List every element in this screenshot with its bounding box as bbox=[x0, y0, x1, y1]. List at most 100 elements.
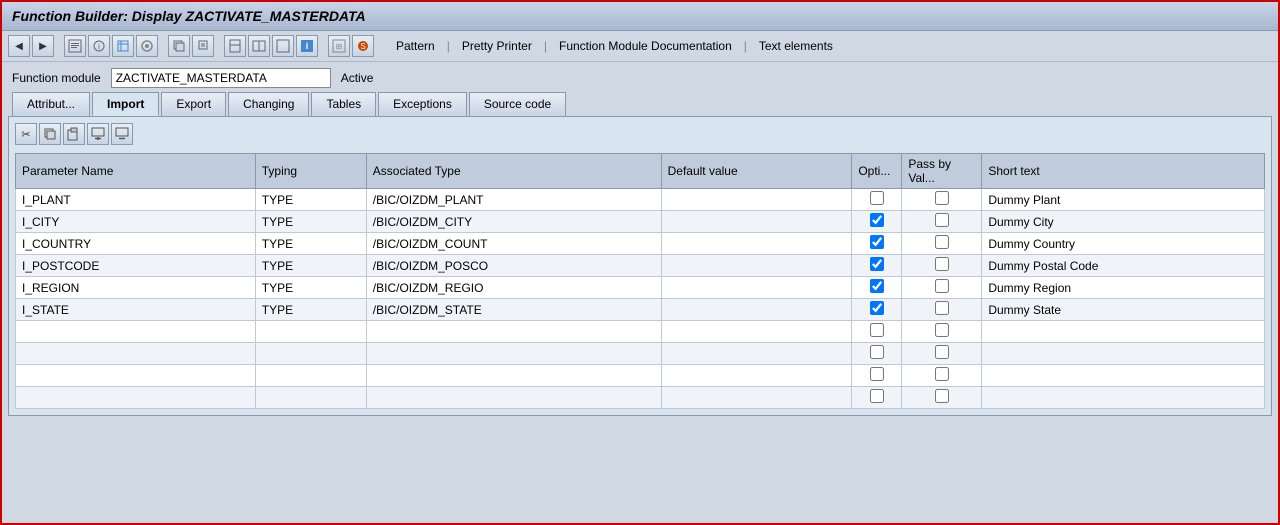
cell-pass-by-val bbox=[902, 387, 982, 409]
cell-typing: TYPE bbox=[255, 189, 366, 211]
nav-back-button[interactable]: ◀ bbox=[8, 35, 30, 57]
cell-typing: TYPE bbox=[255, 211, 366, 233]
tab-attributes[interactable]: Attribut... bbox=[12, 92, 90, 116]
toolbar-btn-10[interactable]: ⊞ bbox=[328, 35, 350, 57]
cell-optional bbox=[852, 189, 902, 211]
pass-by-val-checkbox-1[interactable] bbox=[935, 213, 949, 227]
pass-by-val-checkbox-9[interactable] bbox=[935, 389, 949, 403]
pattern-link[interactable]: Pattern bbox=[390, 37, 441, 55]
title-bar: Function Builder: Display ZACTIVATE_MAST… bbox=[2, 2, 1278, 31]
cell-pass-by-val bbox=[902, 255, 982, 277]
pass-by-val-checkbox-4[interactable] bbox=[935, 279, 949, 293]
pass-by-val-checkbox-5[interactable] bbox=[935, 301, 949, 315]
tab-import[interactable]: Import bbox=[92, 92, 159, 116]
cell-param-name: I_REGION bbox=[16, 277, 256, 299]
function-module-label: Function module bbox=[12, 71, 101, 85]
cell-default-value bbox=[661, 343, 852, 365]
tab-source-code[interactable]: Source code bbox=[469, 92, 566, 116]
cell-short-text: Dummy Postal Code bbox=[982, 255, 1265, 277]
paste-button[interactable] bbox=[63, 123, 85, 145]
optional-checkbox-9[interactable] bbox=[870, 389, 884, 403]
pass-by-val-checkbox-7[interactable] bbox=[935, 345, 949, 359]
toolbar-btn-3[interactable] bbox=[112, 35, 134, 57]
tab-exceptions[interactable]: Exceptions bbox=[378, 92, 467, 116]
col-header-param-name: Parameter Name bbox=[16, 154, 256, 189]
delete-row-button[interactable] bbox=[111, 123, 133, 145]
cell-optional bbox=[852, 321, 902, 343]
pass-by-val-checkbox-8[interactable] bbox=[935, 367, 949, 381]
cell-optional bbox=[852, 233, 902, 255]
optional-checkbox-7[interactable] bbox=[870, 345, 884, 359]
cell-pass-by-val bbox=[902, 321, 982, 343]
col-header-typing: Typing bbox=[255, 154, 366, 189]
tab-changing[interactable]: Changing bbox=[228, 92, 309, 116]
cell-assoc-type bbox=[366, 321, 661, 343]
pass-by-val-checkbox-6[interactable] bbox=[935, 323, 949, 337]
svg-text:⊞: ⊞ bbox=[336, 42, 343, 51]
table-row bbox=[16, 365, 1265, 387]
pass-by-val-checkbox-0[interactable] bbox=[935, 191, 949, 205]
cell-default-value bbox=[661, 321, 852, 343]
cell-param-name: I_COUNTRY bbox=[16, 233, 256, 255]
svg-text:S: S bbox=[360, 42, 365, 51]
table-row bbox=[16, 387, 1265, 409]
cell-default-value bbox=[661, 255, 852, 277]
tab-export[interactable]: Export bbox=[161, 92, 226, 116]
table-row: I_COUNTRY TYPE /BIC/OIZDM_COUNT Dummy Co… bbox=[16, 233, 1265, 255]
cell-pass-by-val bbox=[902, 365, 982, 387]
cut-button[interactable]: ✂ bbox=[15, 123, 37, 145]
function-module-input[interactable] bbox=[111, 68, 331, 88]
cell-default-value bbox=[661, 277, 852, 299]
toolbar-btn-1[interactable] bbox=[64, 35, 86, 57]
cell-param-name bbox=[16, 365, 256, 387]
toolbar-btn-11[interactable]: S bbox=[352, 35, 374, 57]
append-row-button[interactable] bbox=[87, 123, 109, 145]
cell-assoc-type: /BIC/OIZDM_COUNT bbox=[366, 233, 661, 255]
cell-typing bbox=[255, 387, 366, 409]
optional-checkbox-1[interactable] bbox=[870, 213, 884, 227]
pass-by-val-checkbox-3[interactable] bbox=[935, 257, 949, 271]
cell-default-value bbox=[661, 299, 852, 321]
toolbar-btn-7[interactable] bbox=[224, 35, 246, 57]
tab-tables[interactable]: Tables bbox=[311, 92, 376, 116]
col-header-pass-by-val: Pass by Val... bbox=[902, 154, 982, 189]
optional-checkbox-0[interactable] bbox=[870, 191, 884, 205]
cell-assoc-type: /BIC/OIZDM_CITY bbox=[366, 211, 661, 233]
cell-optional bbox=[852, 299, 902, 321]
table-row: I_CITY TYPE /BIC/OIZDM_CITY Dummy City bbox=[16, 211, 1265, 233]
cell-pass-by-val bbox=[902, 277, 982, 299]
col-header-assoc-type: Associated Type bbox=[366, 154, 661, 189]
optional-checkbox-4[interactable] bbox=[870, 279, 884, 293]
optional-checkbox-8[interactable] bbox=[870, 367, 884, 381]
table-row bbox=[16, 321, 1265, 343]
content-area: ✂ Parameter Name Typing Associated Type bbox=[8, 116, 1272, 416]
function-module-doc-link[interactable]: Function Module Documentation bbox=[553, 37, 738, 55]
cell-default-value bbox=[661, 387, 852, 409]
pretty-printer-link[interactable]: Pretty Printer bbox=[456, 37, 538, 55]
nav-forward-button[interactable]: ▶ bbox=[32, 35, 54, 57]
pass-by-val-checkbox-2[interactable] bbox=[935, 235, 949, 249]
toolbar-btn-8[interactable] bbox=[248, 35, 270, 57]
toolbar-btn-4[interactable] bbox=[136, 35, 158, 57]
table-row: I_PLANT TYPE /BIC/OIZDM_PLANT Dummy Plan… bbox=[16, 189, 1265, 211]
cell-param-name: I_POSTCODE bbox=[16, 255, 256, 277]
text-elements-link[interactable]: Text elements bbox=[753, 37, 839, 55]
cell-optional bbox=[852, 211, 902, 233]
svg-text:i: i bbox=[98, 42, 100, 51]
optional-checkbox-3[interactable] bbox=[870, 257, 884, 271]
toolbar-btn-info[interactable]: i bbox=[296, 35, 318, 57]
toolbar-btn-6[interactable] bbox=[192, 35, 214, 57]
toolbar-btn-9[interactable] bbox=[272, 35, 294, 57]
copy-button[interactable] bbox=[39, 123, 61, 145]
toolbar-btn-2[interactable]: i bbox=[88, 35, 110, 57]
cell-pass-by-val bbox=[902, 343, 982, 365]
optional-checkbox-6[interactable] bbox=[870, 323, 884, 337]
cell-param-name: I_STATE bbox=[16, 299, 256, 321]
cell-typing bbox=[255, 343, 366, 365]
cell-param-name bbox=[16, 321, 256, 343]
optional-checkbox-5[interactable] bbox=[870, 301, 884, 315]
cell-typing: TYPE bbox=[255, 277, 366, 299]
toolbar-btn-5[interactable] bbox=[168, 35, 190, 57]
optional-checkbox-2[interactable] bbox=[870, 235, 884, 249]
cell-short-text bbox=[982, 321, 1265, 343]
